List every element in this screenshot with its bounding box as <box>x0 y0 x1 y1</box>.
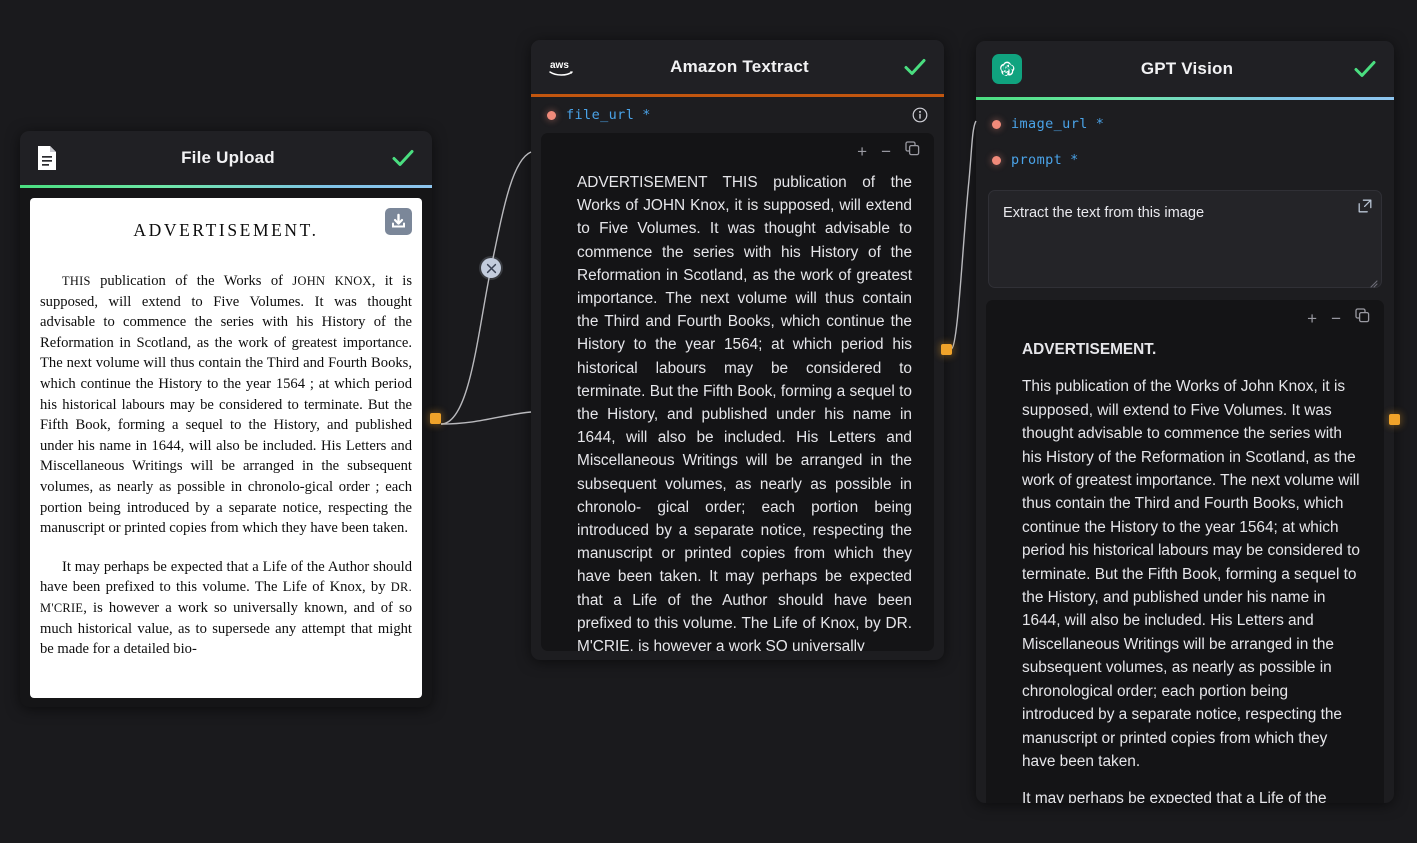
check-icon <box>390 145 416 171</box>
node-gpt-vision[interactable]: GPT Vision image_url * prompt * Extract … <box>976 41 1394 803</box>
port-image-url[interactable]: image_url * <box>976 106 1394 142</box>
document-preview[interactable]: ADVERTISEMENT. THIS publication of the W… <box>30 198 422 698</box>
node-file-upload[interactable]: File Upload ADVERTISEMENT. THIS publicat… <box>20 131 432 707</box>
port-dot-icon[interactable] <box>992 155 1001 165</box>
openai-logo-icon <box>992 54 1022 84</box>
prompt-input[interactable]: Extract the text from this image <box>988 190 1382 288</box>
copy-icon[interactable] <box>905 141 920 161</box>
check-icon <box>1352 56 1378 82</box>
zoom-in-icon[interactable]: + <box>1307 310 1317 327</box>
gpt-vision-zoom-toolbar[interactable]: + − <box>986 300 1384 332</box>
file-upload-header[interactable]: File Upload <box>20 131 432 185</box>
expand-icon[interactable] <box>1358 199 1372 213</box>
node-amazon-textract[interactable]: aws Amazon Textract file_url * + − ADVER… <box>531 40 944 660</box>
output-handle-textract[interactable] <box>941 344 952 355</box>
scan-paragraph-1: THIS publication of the Works of JOHN KN… <box>40 273 412 537</box>
textract-title: Amazon Textract <box>670 57 809 76</box>
gpt-vision-output-panel[interactable]: + − ADVERTISEMENT. This publication of t… <box>986 300 1384 803</box>
edge-delete-button[interactable] <box>481 258 501 278</box>
textract-output-panel[interactable]: + − ADVERTISEMENT THIS publication of th… <box>541 133 934 651</box>
download-icon[interactable] <box>385 208 412 235</box>
port-prompt[interactable]: prompt * <box>976 142 1394 178</box>
port-label: image_url <box>1011 116 1088 132</box>
gpt-vision-ports: image_url * prompt * <box>976 100 1394 182</box>
required-marker: * <box>1070 152 1079 168</box>
port-file-url[interactable]: file_url * <box>531 97 944 133</box>
required-marker: * <box>642 107 651 123</box>
gpt-vision-output-text: ADVERTISEMENT. This publication of the W… <box>986 332 1384 803</box>
port-label: prompt <box>1011 152 1063 168</box>
textract-zoom-toolbar[interactable]: + − <box>541 133 934 165</box>
port-dot-icon[interactable] <box>992 119 1001 129</box>
gpt-output-paragraph-2: It may perhaps be expected that a Life o… <box>1022 790 1327 803</box>
info-icon[interactable] <box>912 107 928 123</box>
zoom-out-icon[interactable]: − <box>1331 310 1341 327</box>
textract-output-text: ADVERTISEMENT THIS publication of the Wo… <box>541 165 934 651</box>
prompt-value[interactable]: Extract the text from this image <box>1003 203 1367 223</box>
copy-icon[interactable] <box>1355 308 1370 328</box>
check-icon <box>902 54 928 80</box>
resize-grip[interactable] <box>1368 275 1378 288</box>
gpt-vision-title: GPT Vision <box>1140 59 1234 78</box>
file-upload-title: File Upload <box>181 148 275 167</box>
textract-output-paragraph: ADVERTISEMENT THIS publication of the Wo… <box>577 174 912 651</box>
svg-text:aws: aws <box>550 60 569 71</box>
aws-logo-icon: aws <box>547 52 577 82</box>
gpt-output-heading: ADVERTISEMENT. <box>1022 341 1157 358</box>
gpt-vision-header[interactable]: GPT Vision <box>976 41 1394 97</box>
port-dot-icon[interactable] <box>547 110 556 120</box>
workflow-canvas[interactable]: File Upload ADVERTISEMENT. THIS publicat… <box>0 0 1417 843</box>
port-label: file_url <box>566 107 635 123</box>
output-handle-gpt-vision[interactable] <box>1389 414 1400 425</box>
zoom-in-icon[interactable]: + <box>857 143 867 160</box>
scan-paragraph-2: It may perhaps be expected that a Life o… <box>40 558 412 658</box>
scan-heading: ADVERTISEMENT. <box>133 220 319 240</box>
output-handle-file-upload[interactable] <box>430 413 441 424</box>
zoom-out-icon[interactable]: − <box>881 143 891 160</box>
required-marker: * <box>1095 116 1104 132</box>
file-upload-accent-bar <box>20 185 432 188</box>
gpt-output-paragraph-1: This publication of the Works of John Kn… <box>1022 378 1360 770</box>
textract-header[interactable]: aws Amazon Textract <box>531 40 944 94</box>
document-file-icon <box>36 143 66 173</box>
scanned-page: ADVERTISEMENT. THIS publication of the W… <box>30 198 422 660</box>
